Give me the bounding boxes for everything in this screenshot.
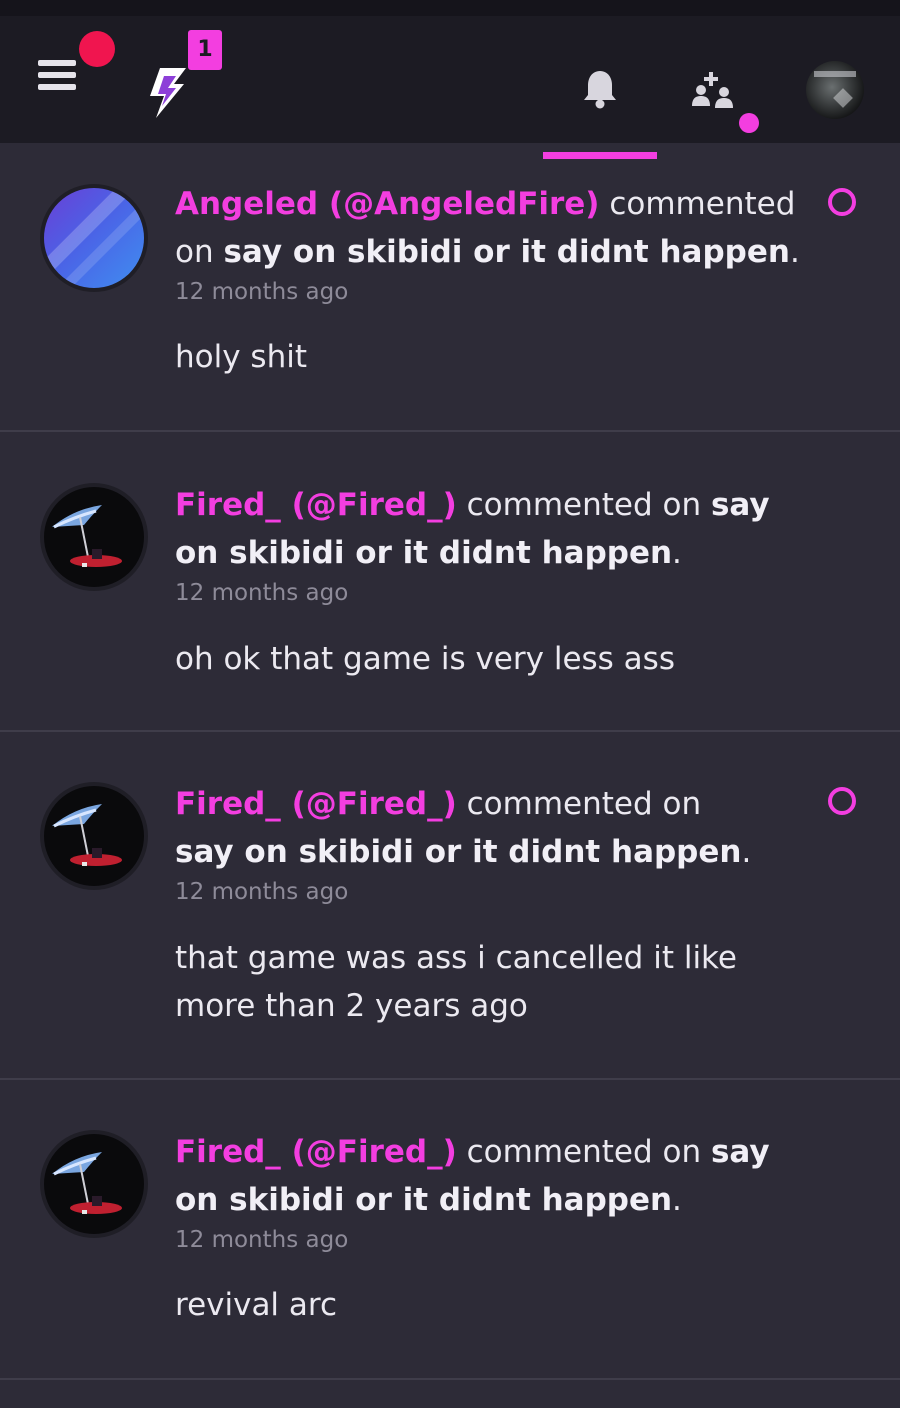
- punctuation: .: [672, 1182, 682, 1218]
- notification-item[interactable]: Fired_ (@Fired_) commented on say on ski…: [0, 732, 900, 1080]
- timestamp: 12 months ago: [175, 279, 349, 305]
- action-text: commented on: [466, 786, 702, 822]
- notification-headline: Fired_ (@Fired_) commented on say on ski…: [175, 1128, 800, 1224]
- friends-unread-dot: [739, 113, 759, 133]
- user-avatar[interactable]: [40, 1130, 148, 1238]
- username-link[interactable]: Angeled (@AngeledFire): [175, 186, 599, 222]
- username-link[interactable]: Fired_ (@Fired_): [175, 487, 457, 523]
- timestamp: 12 months ago: [175, 1227, 349, 1253]
- comment-body: oh ok that game is very less ass: [175, 641, 675, 677]
- hamburger-menu-icon[interactable]: [38, 60, 76, 92]
- notification-item[interactable]: Fired_ (@Fired_) commented on say on ski…: [0, 432, 900, 732]
- notification-count-badge: 1: [188, 30, 222, 70]
- notification-headline: Angeled (@AngeledFire) commented on say …: [175, 180, 800, 276]
- comment-body: that game was ass i cancelled it like mo…: [175, 940, 737, 1024]
- post-title-link[interactable]: say on skibidi or it didnt happen: [223, 234, 789, 270]
- notification-item[interactable]: Fired_ (@Fired_) commented on say on ski…: [0, 1080, 900, 1380]
- bell-icon[interactable]: [583, 69, 617, 109]
- comment-body: revival arc: [175, 1287, 338, 1323]
- notification-item[interactable]: Angeled (@AngeledFire) commented on say …: [0, 143, 900, 432]
- alert-dot: [79, 31, 115, 67]
- user-avatar[interactable]: [40, 184, 148, 292]
- mark-read-ring-icon[interactable]: [828, 188, 856, 216]
- punctuation: .: [789, 234, 800, 270]
- username-link[interactable]: Fired_ (@Fired_): [175, 786, 457, 822]
- notification-headline: Fired_ (@Fired_) commented on say on ski…: [175, 780, 765, 876]
- add-friend-icon[interactable]: [692, 72, 736, 112]
- profile-avatar[interactable]: [806, 61, 864, 119]
- punctuation: .: [741, 834, 752, 870]
- user-avatar[interactable]: [40, 483, 148, 591]
- punctuation: .: [672, 535, 682, 571]
- timestamp: 12 months ago: [175, 580, 349, 606]
- user-avatar[interactable]: [40, 782, 148, 890]
- top-nav-bar: 1: [0, 16, 900, 159]
- notification-headline: Fired_ (@Fired_) commented on say on ski…: [175, 481, 800, 577]
- action-text: commented on: [466, 487, 702, 523]
- username-link[interactable]: Fired_ (@Fired_): [175, 1134, 457, 1170]
- timestamp: 12 months ago: [175, 879, 349, 905]
- notification-feed: Angeled (@AngeledFire) commented on say …: [0, 143, 900, 1380]
- comment-body: holy shit: [175, 339, 307, 375]
- mark-read-ring-icon[interactable]: [828, 787, 856, 815]
- status-bar: [0, 0, 900, 16]
- action-text: commented on: [466, 1134, 702, 1170]
- lightning-logo-icon[interactable]: [146, 68, 190, 118]
- post-title-link[interactable]: say on skibidi or it didnt happen: [175, 834, 741, 870]
